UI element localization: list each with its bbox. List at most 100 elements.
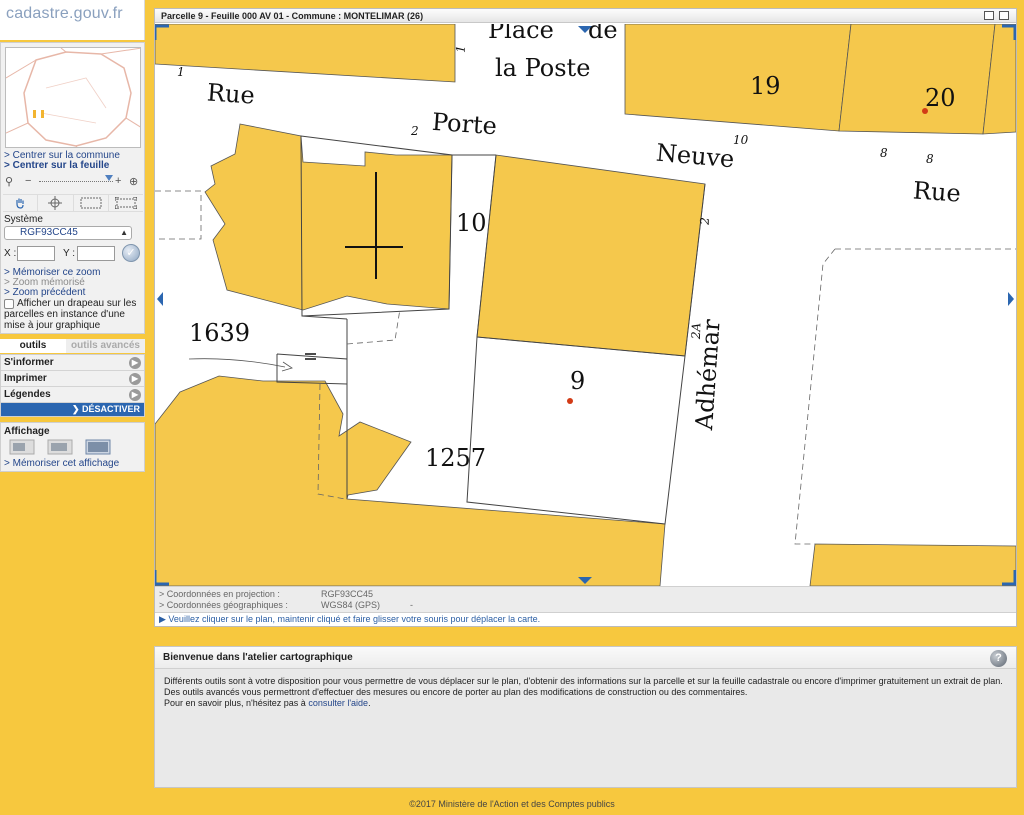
footer-copyright: ©2017 Ministère de l'Action et des Compt… <box>409 799 615 809</box>
flag-option-label: Afficher un drapeau sur les parcelles en… <box>4 298 144 331</box>
menu-imprimer[interactable]: Imprimer ▶ <box>1 371 144 387</box>
street-number: 1 <box>177 65 185 79</box>
projection-system-value: RGF93CC45 <box>321 589 374 599</box>
go-coordinates-button[interactable]: ✓ <box>122 244 140 262</box>
street-label-rue-1: Rue <box>206 78 256 110</box>
welcome-paragraph-2: Des outils avancés vous permettront d'ef… <box>164 687 748 697</box>
pan-hand-tool[interactable] <box>3 195 39 211</box>
geographic-system-value: WGS84 (GPS) <box>321 600 381 610</box>
systeme-select[interactable]: RGF93CC45 ▲ <box>4 226 132 240</box>
crosshair-tool[interactable] <box>38 195 74 211</box>
street-label-porte: Porte <box>431 107 498 141</box>
y-input[interactable] <box>77 246 115 261</box>
zoom-bar[interactable]: ⚲ − + ⊕ <box>3 175 143 189</box>
menu-informer-label: S'informer <box>4 357 54 368</box>
welcome-paragraph-3: Pour en savoir plus, n'hésitez pas à con… <box>164 698 1007 709</box>
systeme-value: RGF93CC45 <box>20 227 78 238</box>
street-number: 1 <box>453 44 468 54</box>
map-window: Parcelle 9 - Feuille 000 AV 01 - Commune… <box>154 8 1017 627</box>
logo[interactable]: cadastre.gouv.fr <box>0 0 145 40</box>
map-title-bar: Parcelle 9 - Feuille 000 AV 01 - Commune… <box>155 9 1016 23</box>
street-number: 10 <box>733 133 749 147</box>
menu-legendes-label: Légendes <box>4 389 51 400</box>
y-label: Y : <box>63 248 76 259</box>
menu-imprimer-label: Imprimer <box>4 373 47 384</box>
logo-text: cadastre.gouv.fr <box>6 5 123 22</box>
consulter-aide-link[interactable]: consulter l'aide <box>308 698 368 708</box>
affichage-title: Affichage <box>4 426 50 437</box>
zoom-plus-icon[interactable]: + <box>115 175 121 187</box>
map-tool-row <box>3 194 143 212</box>
tab-outils-avances[interactable]: outils avancés <box>66 339 145 353</box>
map-title: Parcelle 9 - Feuille 000 AV 01 - Commune… <box>161 11 424 21</box>
street-label-de: de <box>588 24 618 44</box>
projection-coords-label: > Coordonnées en projection : <box>159 589 280 599</box>
center-feuille-link[interactable]: > Centrer sur la feuille <box>4 160 109 171</box>
geographic-coords-label: > Coordonnées géographiques : <box>159 600 288 610</box>
parcel-label-20: 20 <box>925 84 956 112</box>
parcel-label-19: 19 <box>750 72 781 100</box>
affichage-panel: Affichage > Mémoriser cet affichage <box>0 422 145 472</box>
desactiver-label: DÉSACTIVER <box>81 404 140 414</box>
x-input[interactable] <box>17 246 55 261</box>
restore-window-icon[interactable] <box>984 11 994 20</box>
welcome-panel: Bienvenue dans l'atelier cartographique … <box>154 646 1017 788</box>
parcel-label-10: 10 <box>456 209 487 237</box>
zoom-out-magnifier-icon[interactable]: ⚲ <box>5 175 13 188</box>
zoom-precedent-link[interactable]: > Zoom précédent <box>4 287 85 298</box>
help-icon[interactable]: ? <box>990 650 1007 667</box>
memoriser-affichage-link[interactable]: > Mémoriser cet affichage <box>4 458 119 469</box>
x-label: X : <box>4 248 17 259</box>
overview-map[interactable] <box>5 47 141 148</box>
menu-informer[interactable]: S'informer ▶ <box>1 355 144 371</box>
street-number: 8 <box>926 152 934 166</box>
welcome-header: Bienvenue dans l'atelier cartographique <box>155 647 1016 669</box>
crosshair-icon <box>48 196 63 210</box>
tool-tabs: outils simples outils avancés <box>0 339 145 365</box>
geographic-coords-value: - <box>410 600 413 610</box>
cadastral-map[interactable]: Place de la Poste Rue Porte Neuve Rue Ad… <box>155 24 1016 586</box>
zoom-slider-thumb[interactable] <box>105 175 113 181</box>
street-label-place: Place <box>488 24 554 44</box>
tab-outils-simples[interactable]: outils simples <box>0 339 66 365</box>
welcome-paragraph-1: Différents outils sont à votre dispositi… <box>164 676 1003 686</box>
coordinates-bar: > Coordonnées en projection : RGF93CC45 … <box>155 586 1016 612</box>
arrow-right-icon: ▶ <box>129 357 141 369</box>
welcome-help-prefix: Pour en savoir plus, n'hésitez pas à <box>164 698 309 708</box>
navigation-panel: > Centrer sur la commune > Centrer sur l… <box>0 42 145 334</box>
zoom-box-tool[interactable] <box>74 195 109 211</box>
display-mode-1-icon[interactable] <box>9 439 35 455</box>
flag-option-text: Afficher un drapeau sur les parcelles en… <box>4 298 137 331</box>
zoom-in-magnifier-icon[interactable]: ⊕ <box>129 175 138 188</box>
menu-legendes[interactable]: Légendes ▶ <box>1 387 144 403</box>
cadastral-map-drawing <box>155 24 1016 586</box>
map-hint: ▶ Veuillez cliquer sur le plan, mainteni… <box>155 612 1016 626</box>
zoom-track[interactable] <box>39 181 113 182</box>
street-label-rue-2: Rue <box>912 176 962 208</box>
parcel-label-9: 9 <box>570 367 586 395</box>
parcel-label-1257: 1257 <box>425 444 487 472</box>
overview-map-drawing <box>6 48 140 147</box>
check-icon: ✓ <box>126 247 136 259</box>
maximize-window-icon[interactable] <box>999 11 1009 20</box>
display-mode-2-icon[interactable] <box>47 439 73 455</box>
street-number: 2 <box>697 216 712 226</box>
street-label-la-poste: la Poste <box>495 54 591 82</box>
street-number: 2 <box>411 124 419 138</box>
welcome-help-suffix: . <box>368 698 371 708</box>
dashed-rectangle-icon <box>80 197 102 209</box>
parcel-label-1639: 1639 <box>189 319 251 347</box>
welcome-title: Bienvenue dans l'atelier cartographique <box>163 652 353 663</box>
arrow-right-icon: ▶ <box>129 373 141 385</box>
zoom-minus-icon[interactable]: − <box>25 175 31 187</box>
street-number: 2A <box>688 322 704 340</box>
display-mode-3-icon[interactable] <box>85 439 111 455</box>
desactiver-button[interactable]: ❯ DÉSACTIVER <box>1 403 144 416</box>
extent-tool[interactable] <box>109 195 143 211</box>
systeme-label: Système <box>4 214 43 225</box>
arrow-right-icon: ▶ <box>129 389 141 401</box>
welcome-body: Différents outils sont à votre dispositi… <box>155 669 1016 716</box>
select-arrows-icon: ▲ <box>120 228 128 237</box>
double-chevron-icon: ❯ <box>71 404 82 414</box>
extent-icon <box>114 197 137 209</box>
